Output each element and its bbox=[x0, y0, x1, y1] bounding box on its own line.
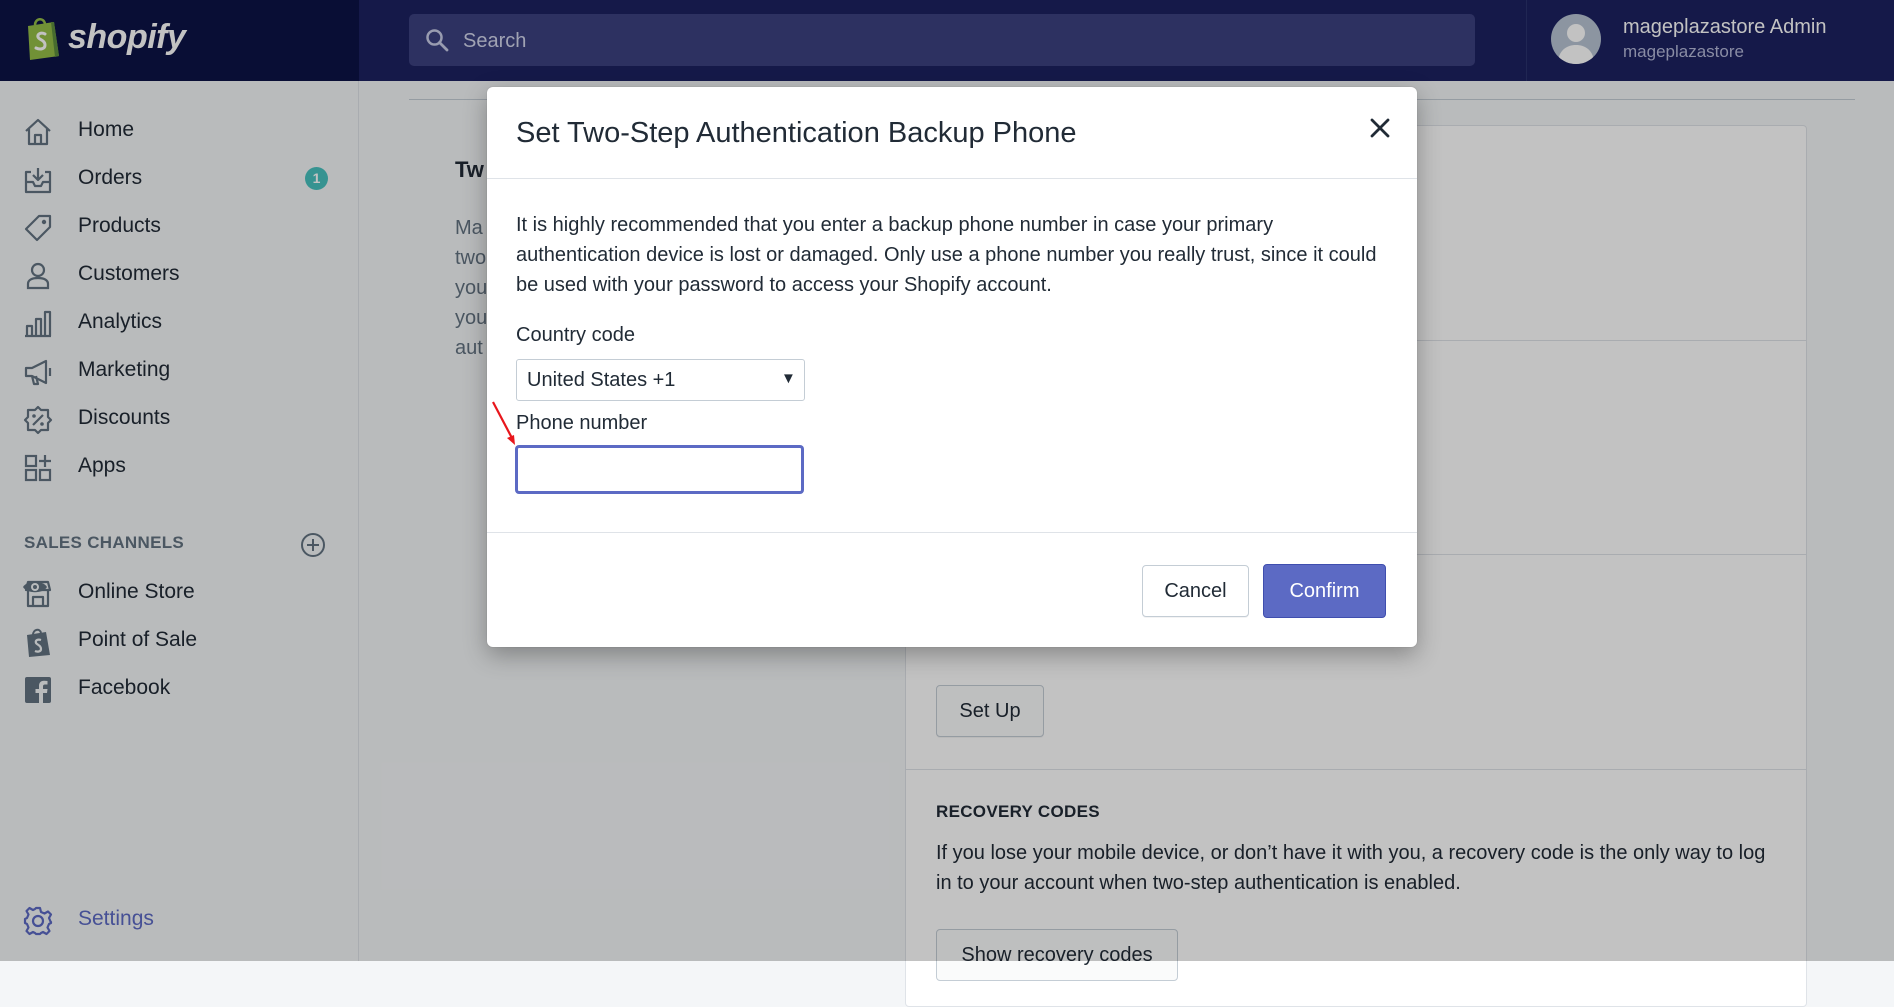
modal-title: Set Two-Step Authentication Backup Phone bbox=[516, 117, 1077, 149]
modal-description: It is highly recommended that you enter … bbox=[516, 214, 1377, 296]
divider bbox=[487, 532, 1417, 533]
backup-phone-modal: Set Two-Step Authentication Backup Phone… bbox=[487, 87, 1417, 647]
divider bbox=[487, 178, 1417, 179]
country-code-value: United States +1 bbox=[527, 369, 676, 391]
cancel-button[interactable]: Cancel bbox=[1142, 565, 1249, 617]
confirm-button[interactable]: Confirm bbox=[1263, 564, 1386, 618]
country-code-select[interactable]: United States +1 ▼ bbox=[516, 359, 805, 401]
phone-number-label: Phone number bbox=[516, 412, 648, 434]
annotation-arrow-icon bbox=[492, 401, 515, 445]
country-code-label: Country code bbox=[516, 324, 635, 346]
phone-number-input[interactable] bbox=[516, 446, 803, 493]
caret-down-icon: ▼ bbox=[781, 370, 796, 387]
close-icon[interactable] bbox=[1365, 113, 1395, 143]
